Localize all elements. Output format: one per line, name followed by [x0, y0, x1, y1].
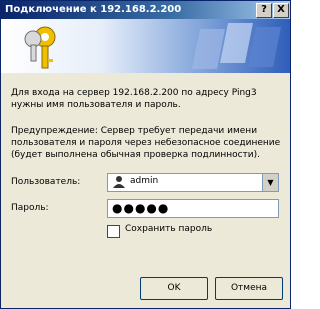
login-dialog: Подключение к 192.168.2.200 ? X Для вход… — [0, 0, 291, 309]
cancel-button[interactable]: Отмена — [215, 277, 283, 300]
close-button[interactable]: X — [273, 3, 289, 18]
password-label: Пароль: — [11, 203, 49, 213]
keys-icon — [24, 26, 56, 69]
ok-button[interactable]: OK — [140, 277, 208, 300]
window-title: Подключение к 192.168.2.200 — [5, 4, 182, 15]
warning-line-1: Предупреждение: Сервер требует передачи … — [11, 126, 258, 136]
help-button[interactable]: ? — [256, 3, 272, 18]
message-line-2: нужны имя пользователя и пароль. — [11, 100, 181, 110]
title-bar[interactable]: Подключение к 192.168.2.200 ? X — [1, 1, 290, 19]
username-value: admin — [130, 176, 159, 186]
warning-line-3: (будет выполнена обычная проверка подлин… — [11, 150, 261, 160]
banner-decoration — [192, 23, 281, 69]
remember-password-label[interactable]: Сохранить пароль — [125, 224, 212, 234]
remember-password-checkbox[interactable] — [107, 225, 120, 238]
password-field[interactable]: ●●●●● — [107, 199, 279, 218]
banner — [1, 19, 290, 73]
message-line-1: Для входа на сервер 192.168.2.200 по адр… — [11, 88, 257, 98]
username-combobox[interactable]: admin ▼ — [107, 173, 279, 192]
chevron-down-icon[interactable]: ▼ — [262, 174, 278, 191]
user-icon — [113, 176, 125, 188]
user-label: Пользователь: — [11, 177, 81, 187]
warning-line-2: пользователя и пароля через небезопасное… — [11, 138, 281, 148]
password-mask: ●●●●● — [112, 201, 170, 215]
